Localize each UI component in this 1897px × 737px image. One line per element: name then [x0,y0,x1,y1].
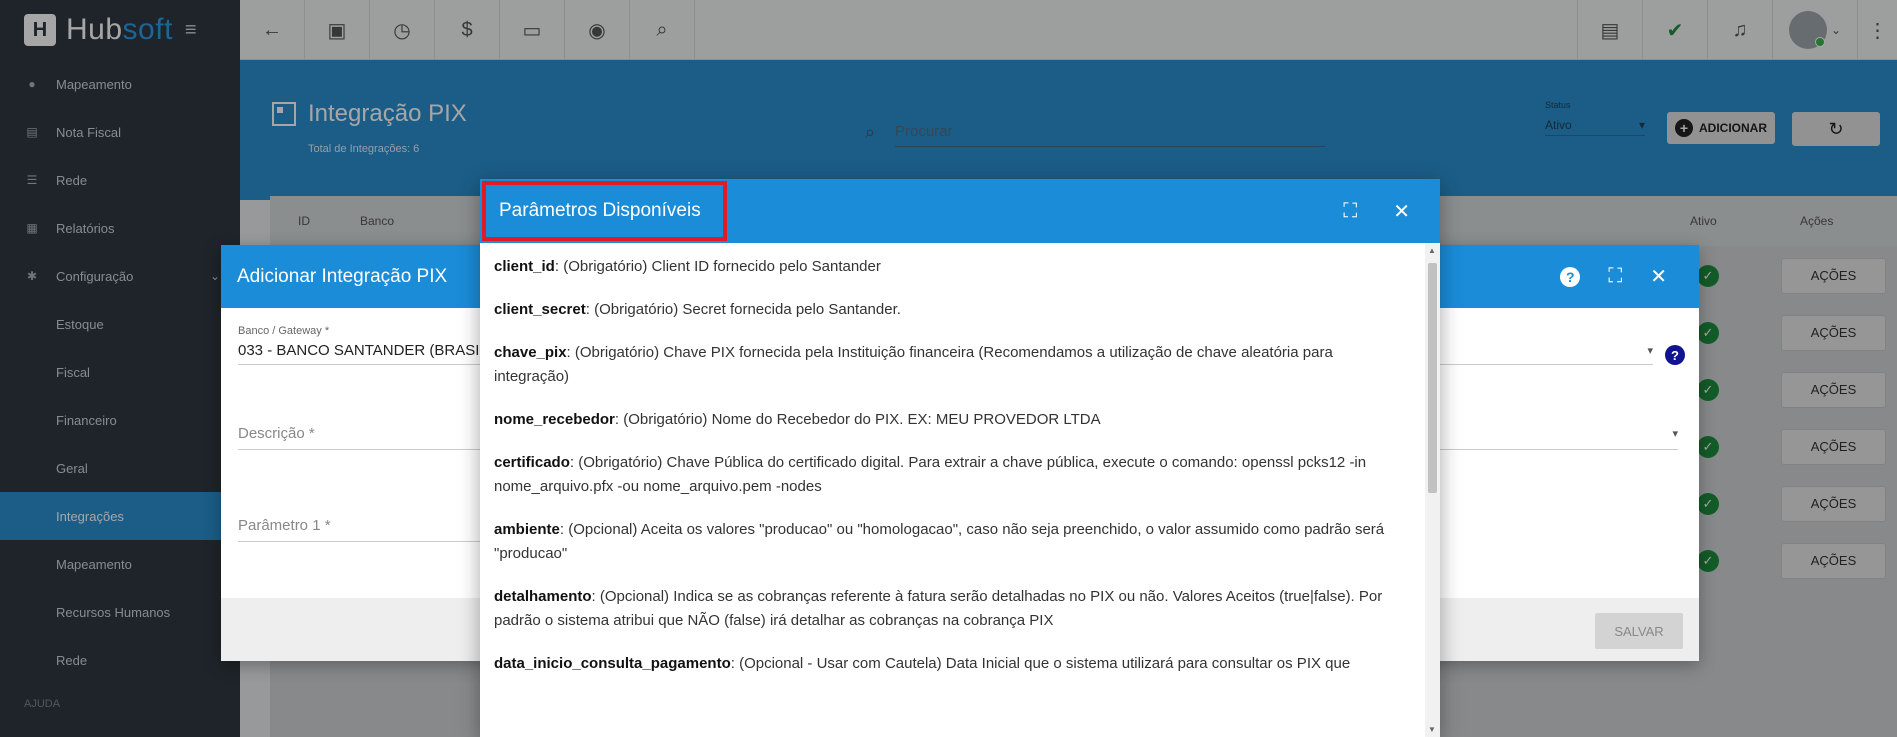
descricao-label: Descrição * [238,425,315,442]
fullscreen-icon[interactable]: ⛶ [1608,265,1622,288]
scroll-thumb[interactable] [1428,263,1437,493]
scroll-up-icon[interactable]: ▲ [1428,246,1436,255]
scroll-down-icon[interactable]: ▼ [1428,725,1436,734]
param-item: ambiente: (Opcional) Aceita os valores "… [494,521,1385,562]
close-icon[interactable]: ✕ [1650,264,1667,289]
caret-down-icon: ▾ [1647,345,1653,357]
param-item: data_inicio_consulta_pagamento: (Opciona… [494,655,1351,672]
param-item: client_secret: (Obrigatório) Secret forn… [494,301,901,318]
save-button[interactable]: SALVAR [1595,613,1683,649]
param-item: client_id: (Obrigatório) Client ID forne… [494,258,881,275]
parametro-label: Parâmetro 1 * [238,517,331,534]
params-list: client_id: (Obrigatório) Client ID forne… [480,243,1425,737]
params-scrollbar[interactable]: ▲ ▼ [1425,243,1440,737]
params-dialog: Parâmetros Disponíveis ⛶ ✕ client_id: (O… [480,179,1440,737]
banco-help-icon[interactable]: ? [1665,345,1685,365]
params-dialog-title: Parâmetros Disponíveis [482,181,727,241]
close-icon[interactable]: ✕ [1393,199,1410,224]
dialog-title: Adicionar Integração PIX [237,265,448,287]
banco-value: 033 - BANCO SANTANDER (BRASI [238,342,480,359]
params-dialog-header: Parâmetros Disponíveis ⛶ ✕ [480,179,1440,243]
param-item: detalhamento: (Opcional) Indica se as co… [494,588,1383,629]
caret-down-icon: ▾ [1672,428,1678,440]
help-icon[interactable]: ? [1560,266,1581,287]
param-item: nome_recebedor: (Obrigatório) Nome do Re… [494,411,1101,428]
param-item: chave_pix: (Obrigatório) Chave PIX forne… [494,344,1333,385]
fullscreen-icon[interactable]: ⛶ [1343,200,1357,223]
param-item: certificado: (Obrigatório) Chave Pública… [494,454,1367,495]
